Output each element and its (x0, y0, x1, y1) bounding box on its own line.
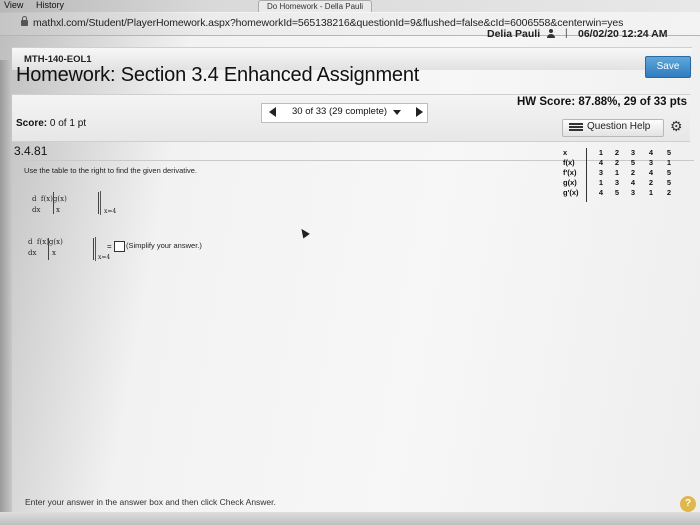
table-cell: 4 (598, 188, 604, 197)
simplify-note: (Simplify your answer.) (126, 241, 202, 250)
table-cell: 1 (666, 158, 672, 167)
table-cell: 2 (648, 178, 654, 187)
table-row-label: f'(x) (563, 168, 577, 177)
table-cell: 1 (648, 188, 654, 197)
question-id: 3.4.81 (14, 144, 48, 158)
table-col-3: 3 (630, 148, 636, 157)
lock-icon (21, 16, 28, 26)
list-icon (569, 123, 583, 132)
table-cell: 4 (630, 178, 636, 187)
footer-instruction: Enter your answer in the answer box and … (25, 497, 276, 507)
question-help-label[interactable]: Question Help (587, 121, 650, 132)
table-cell: 3 (598, 168, 604, 177)
menu-view[interactable]: View (4, 0, 23, 10)
save-button[interactable]: Save (645, 56, 691, 78)
table-cell: 5 (666, 178, 672, 187)
score-label: Score: 0 of 1 pt (16, 118, 86, 129)
table-col-1: 1 (598, 148, 604, 157)
table-cell: 3 (648, 158, 654, 167)
menu-history[interactable]: History (36, 0, 64, 10)
table-header-label: x (563, 148, 568, 157)
browser-tab[interactable]: Do Homework - Della Pauli (258, 0, 373, 12)
table-cell: 1 (614, 168, 620, 177)
bottom-toolbar (0, 512, 700, 525)
expr2-eval-bar (95, 237, 96, 261)
table-cell: 4 (648, 168, 654, 177)
score-value: 0 of 1 pt (49, 118, 87, 129)
table-col-4: 4 (648, 148, 654, 157)
previous-question-button[interactable] (263, 104, 283, 120)
table-row-label: f(x) (563, 158, 575, 167)
expr2-eval-point: x=4 (98, 254, 111, 261)
user-icon (547, 29, 555, 39)
table-cell: 1 (598, 178, 604, 187)
table-cell: 5 (666, 168, 672, 177)
homework-screen: View History Do Homework - Della Pauli m… (0, 0, 700, 525)
table-cell: 3 (614, 178, 620, 187)
table-row-label: g(x) (563, 178, 577, 187)
table-cell: 5 (614, 188, 620, 197)
next-question-button[interactable] (410, 104, 426, 120)
table-cell: 2 (666, 188, 672, 197)
table-cell: 5 (630, 158, 636, 167)
equals-sign: = (107, 242, 112, 251)
table-cell: 2 (630, 168, 636, 177)
answer-input[interactable] (114, 241, 125, 252)
user-name: Delia Pauli (487, 28, 541, 40)
gear-icon[interactable]: ⚙ (670, 118, 683, 135)
left-panel-edge (0, 60, 12, 525)
table-col-5: 5 (666, 148, 672, 157)
expr2-bracket (48, 238, 94, 260)
hw-score: HW Score: 87.88%, 29 of 33 pts (517, 96, 688, 108)
expr1-bracket (53, 192, 99, 214)
page-title: Homework: Section 3.4 Enhanced Assignmen… (16, 64, 420, 86)
table-cell: 4 (598, 158, 604, 167)
score-prefix: Score: (16, 118, 48, 129)
expr1-eval-bar (100, 191, 101, 215)
header-datetime: 06/02/20 12:24 AM (578, 28, 668, 40)
table-row-label: g'(x) (563, 188, 579, 197)
help-icon[interactable]: ? (680, 496, 696, 512)
table-cell: 3 (630, 188, 636, 197)
table-col-2: 2 (614, 148, 620, 157)
question-counter[interactable]: 30 of 33 (29 complete) (292, 106, 387, 117)
expr1-eval-point: x=4 (104, 208, 117, 215)
table-divider (586, 148, 587, 202)
question-instructions: Use the table to the right to find the g… (24, 166, 198, 175)
table-cell: 2 (614, 158, 620, 167)
header-separator: | (565, 28, 568, 39)
chevron-down-icon[interactable] (393, 110, 401, 115)
